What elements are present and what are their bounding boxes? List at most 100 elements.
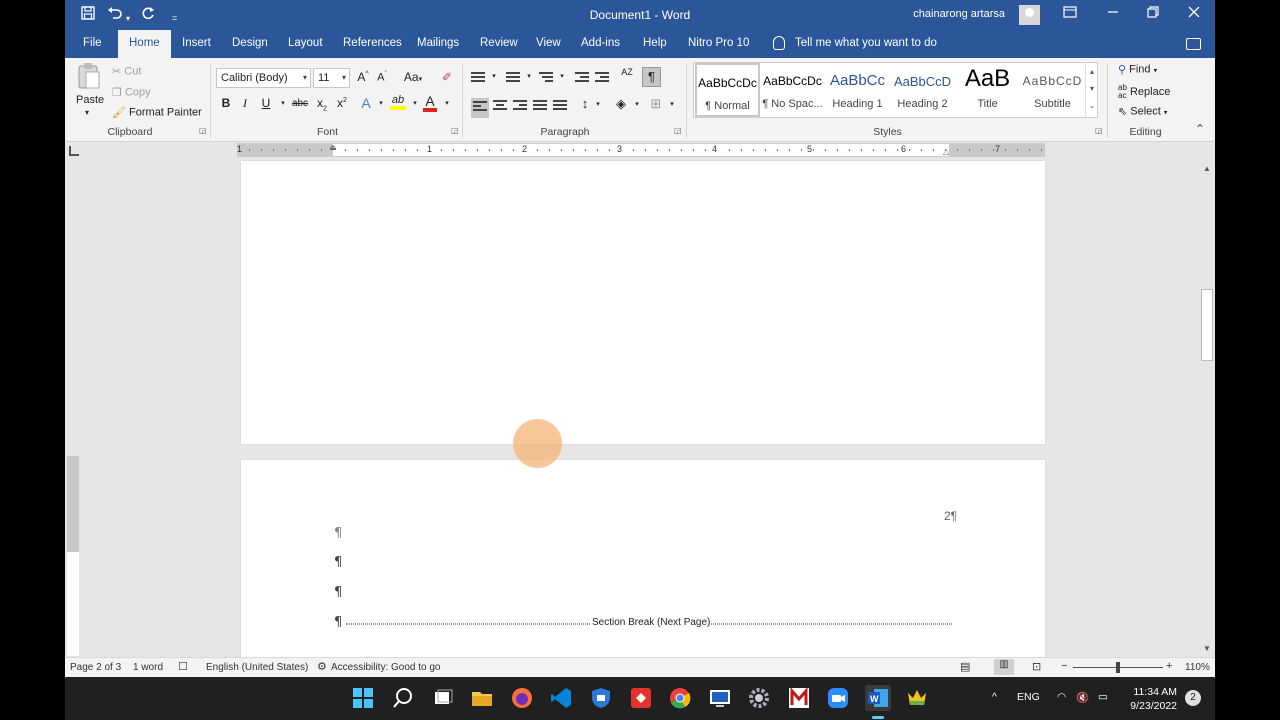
align-left-icon[interactable]	[471, 98, 489, 118]
borders-icon[interactable]: ⊞	[648, 96, 664, 112]
firefox-icon[interactable]	[511, 687, 533, 709]
chrome-icon[interactable]	[669, 687, 691, 709]
style-heading-1[interactable]: AaBbCc Heading 1	[825, 63, 890, 117]
scroll-thumb[interactable]	[1201, 289, 1213, 361]
subscript-button[interactable]: x2	[314, 96, 330, 112]
paste-button[interactable]: Paste	[76, 94, 104, 106]
rdp-icon[interactable]	[709, 687, 731, 709]
decrease-indent-icon[interactable]	[575, 72, 589, 84]
select-button[interactable]: ⇖ Select ▾	[1118, 105, 1167, 118]
paragraph-launcher-icon[interactable]: ◲	[674, 126, 682, 135]
highlight-dropdown-icon[interactable]: ▾	[407, 99, 423, 107]
style-title[interactable]: AaB Title	[955, 63, 1020, 117]
mcafee-icon[interactable]	[788, 687, 810, 709]
cut-button[interactable]: ✂ Cut	[112, 65, 141, 78]
style-no-spacing[interactable]: AaBbCcDc ¶ No Spac...	[760, 63, 825, 117]
clipboard-launcher-icon[interactable]: ◲	[199, 126, 207, 135]
zoom-in-button[interactable]: +	[1166, 660, 1172, 672]
user-name[interactable]: chainarong artarsa	[913, 8, 1005, 20]
text-effects-button[interactable]: A	[358, 95, 374, 111]
tab-review[interactable]: Review	[480, 37, 518, 49]
avatar[interactable]	[1019, 5, 1040, 25]
multilevel-list-icon[interactable]	[539, 72, 553, 84]
tab-add-ins[interactable]: Add-ins	[581, 37, 620, 49]
paste-icon[interactable]	[77, 62, 102, 92]
tab-layout[interactable]: Layout	[288, 37, 323, 49]
close-icon[interactable]	[1179, 6, 1209, 21]
strikethrough-button[interactable]: abc	[289, 98, 311, 109]
borders-dropdown-icon[interactable]: ▾	[664, 100, 680, 108]
font-launcher-icon[interactable]: ◲	[451, 126, 459, 135]
justify-icon[interactable]	[533, 100, 547, 112]
tab-nitro-pro[interactable]: Nitro Pro 10	[688, 37, 749, 49]
windows-start-icon[interactable]	[352, 687, 374, 709]
scroll-up-icon[interactable]: ▲	[1203, 164, 1211, 173]
language[interactable]: English (United States)	[206, 662, 308, 673]
horizontal-ruler[interactable]: 1 1 2 3 4 5 6 7 ⏏ △	[237, 143, 1045, 157]
wifi-icon[interactable]: ◠	[1057, 691, 1066, 703]
anydesk-icon[interactable]	[630, 687, 652, 709]
zoom-slider-thumb[interactable]	[1116, 662, 1120, 673]
clock[interactable]: 11:34 AM 9/23/2022	[1130, 685, 1177, 713]
format-painter-button[interactable]: 🖌 Format Painter	[112, 106, 202, 119]
document-page[interactable]	[241, 161, 1045, 444]
file-explorer-icon[interactable]	[471, 687, 493, 709]
tab-help[interactable]: Help	[643, 37, 667, 49]
highlight-button[interactable]: ab	[390, 94, 406, 110]
app-icon[interactable]	[906, 687, 928, 709]
read-mode-icon[interactable]: ▤	[960, 660, 970, 673]
multilevel-dropdown-icon[interactable]: ▾	[554, 72, 570, 80]
tell-me-search[interactable]: Tell me what you want to do	[773, 36, 937, 50]
shading-icon[interactable]: ◈	[613, 96, 629, 112]
show-formatting-marks-button[interactable]: ¶	[642, 67, 661, 87]
font-name-combo[interactable]: Calibri (Body) ▾	[216, 68, 311, 88]
comments-icon[interactable]	[1186, 38, 1201, 50]
zoom-level[interactable]: 110%	[1185, 662, 1210, 673]
show-hidden-icons-button[interactable]: ^	[992, 691, 997, 703]
vertical-scrollbar[interactable]: ▲ ▼	[1199, 161, 1215, 657]
line-spacing-dropdown-icon[interactable]: ▾	[590, 100, 606, 108]
zoom-app-icon[interactable]	[827, 687, 849, 709]
superscript-button[interactable]: x2	[334, 96, 350, 110]
styles-launcher-icon[interactable]: ◲	[1095, 126, 1103, 135]
grow-font-button[interactable]: A^	[355, 70, 371, 84]
tab-selector[interactable]	[69, 146, 79, 156]
ribbon-display-options-icon[interactable]	[1055, 6, 1085, 21]
vscode-icon[interactable]	[550, 687, 572, 709]
clear-formatting-icon[interactable]: ✐	[439, 70, 455, 84]
settings-gear-icon[interactable]	[748, 687, 770, 709]
scroll-down-icon[interactable]: ▼	[1203, 644, 1211, 653]
web-layout-icon[interactable]: ⊡	[1032, 660, 1041, 673]
align-center-icon[interactable]	[493, 100, 507, 112]
change-case-button[interactable]: Aa▾	[401, 70, 425, 84]
replace-button[interactable]: ab ac Replace	[1118, 84, 1170, 100]
tab-mailings[interactable]: Mailings	[417, 37, 459, 49]
shading-dropdown-icon[interactable]: ▾	[629, 100, 645, 108]
find-button[interactable]: ⚲ Find ▾	[1118, 63, 1157, 76]
tab-home[interactable]: Home	[118, 30, 171, 58]
print-layout-icon[interactable]: ▥	[994, 659, 1014, 675]
align-right-icon[interactable]	[513, 100, 527, 112]
paste-dropdown-icon[interactable]: ▾	[85, 108, 89, 117]
numbering-dropdown-icon[interactable]: ▾	[521, 72, 537, 80]
style-normal[interactable]: AaBbCcDc ¶ Normal	[695, 63, 760, 117]
tab-view[interactable]: View	[536, 37, 561, 49]
accessibility-status[interactable]: Accessibility: Good to go	[331, 662, 441, 673]
copy-button[interactable]: ❐ Copy	[112, 86, 151, 99]
tab-insert[interactable]: Insert	[182, 37, 211, 49]
bullets-dropdown-icon[interactable]: ▾	[486, 72, 502, 80]
proofing-icon[interactable]: ☐	[178, 660, 188, 673]
collapse-ribbon-icon[interactable]: ⌃	[1195, 122, 1205, 136]
font-size-combo[interactable]: 11 ▾	[313, 68, 350, 88]
indent-marker-icon[interactable]: ⏏	[329, 143, 337, 152]
notification-badge[interactable]: 2	[1185, 690, 1201, 706]
zoom-out-button[interactable]: −	[1061, 660, 1067, 672]
numbering-icon[interactable]	[506, 72, 520, 84]
restore-icon[interactable]	[1138, 6, 1168, 21]
battery-icon[interactable]: ▭	[1098, 691, 1108, 703]
bullets-icon[interactable]	[471, 72, 485, 84]
sort-button[interactable]: AZ	[619, 68, 635, 77]
word-taskbar-icon[interactable]: W	[865, 685, 891, 711]
shield-icon[interactable]	[590, 687, 612, 709]
tab-file[interactable]: File	[83, 37, 102, 49]
